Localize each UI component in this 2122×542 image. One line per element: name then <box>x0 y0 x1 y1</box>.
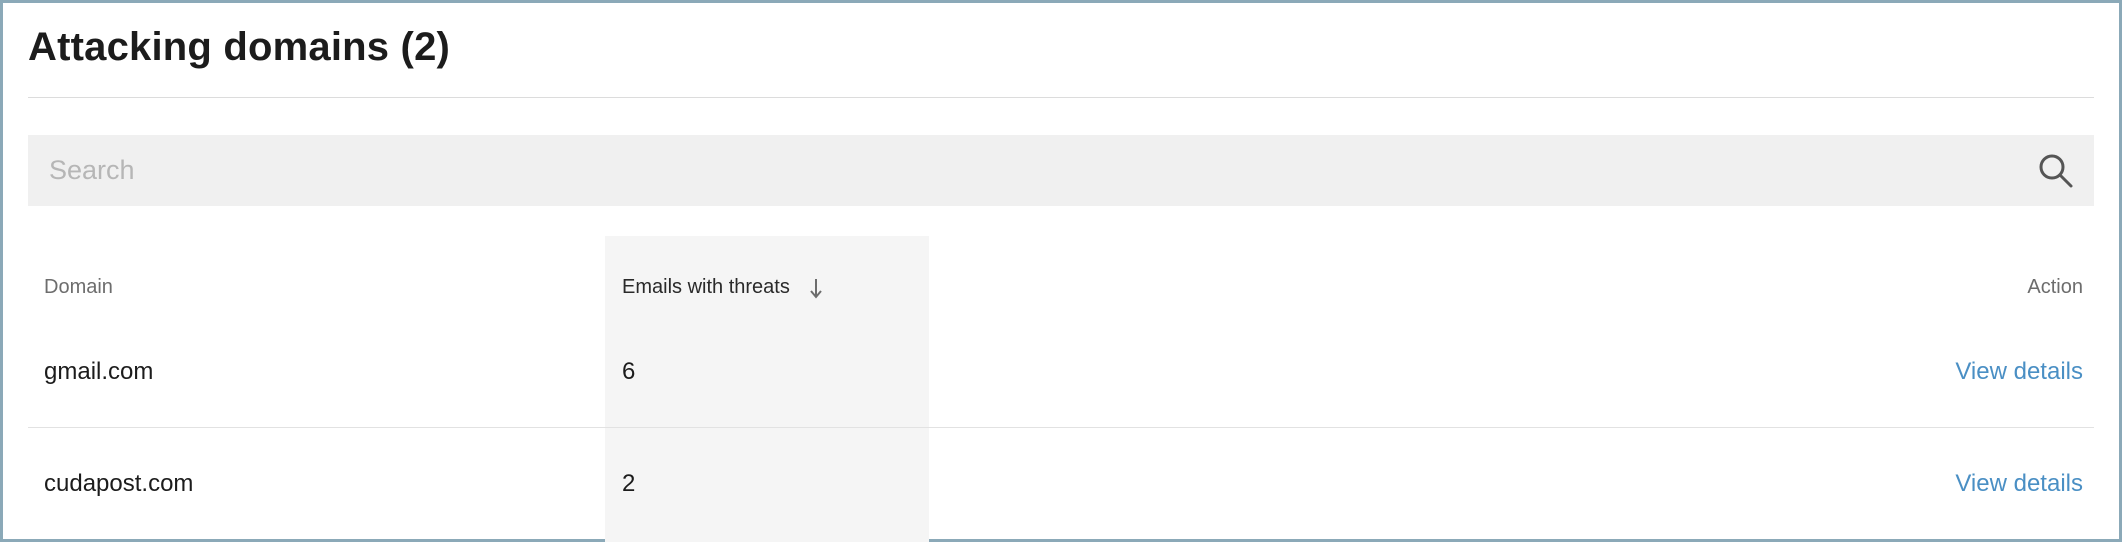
view-details-link[interactable]: View details <box>1955 356 2083 388</box>
search-input[interactable] <box>28 135 2008 206</box>
title-divider <box>28 97 2094 98</box>
emails-with-threats-cell: 6 <box>622 358 636 385</box>
emails-with-threats-cell: 2 <box>622 470 636 497</box>
column-header-action: Action <box>2027 276 2083 298</box>
search-icon[interactable] <box>2037 152 2075 190</box>
table-row: cudapost.com 2 View details <box>28 427 2094 539</box>
column-header-emails-with-threats[interactable]: Emails with threats <box>622 273 823 301</box>
table-row: gmail.com 6 View details <box>28 315 2094 427</box>
attacking-domains-panel: Attacking domains (2) Domain Emails with… <box>0 0 2122 542</box>
arrow-down-icon <box>810 278 823 299</box>
column-header-domain[interactable]: Domain <box>44 273 113 301</box>
column-header-emails-label: Emails with threats <box>622 276 790 298</box>
view-details-link[interactable]: View details <box>1955 468 2083 500</box>
search-bar <box>28 135 2094 206</box>
domain-cell: cudapost.com <box>44 470 194 497</box>
panel-title: Attacking domains (2) <box>28 25 451 69</box>
domain-cell: gmail.com <box>44 358 154 385</box>
